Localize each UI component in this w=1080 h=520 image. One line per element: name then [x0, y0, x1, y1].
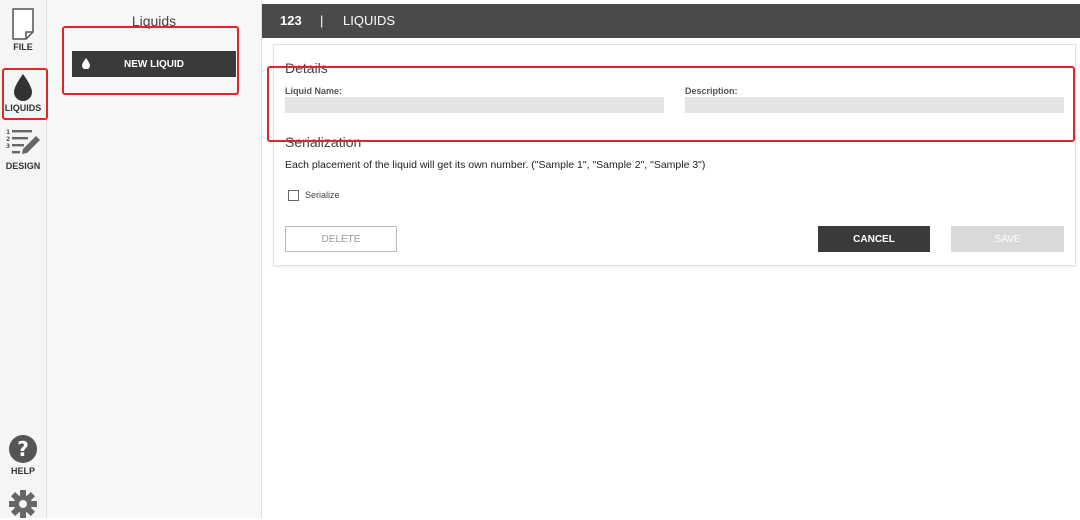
nav-liquids-label: LIQUIDS [4, 103, 42, 113]
serialize-checkbox[interactable] [288, 190, 299, 201]
design-list-pencil-icon: 1 2 3 [6, 129, 40, 154]
left-nav: FILE LIQUIDS 1 2 3 DESIGN ? HELP [0, 0, 47, 518]
nav-help-label: HELP [10, 466, 35, 476]
help-icon: ? [9, 435, 37, 463]
drop-icon [14, 74, 32, 101]
liquids-sidebar: Liquids NEW LIQUID [47, 0, 262, 518]
liquid-name-label: Liquid Name: [285, 86, 343, 96]
nav-file-label: FILE [13, 42, 33, 52]
delete-button[interactable]: DELETE [285, 226, 397, 252]
gear-icon [9, 490, 37, 518]
nav-design-label: DESIGN [5, 161, 41, 171]
liquid-form-card: Details Liquid Name: Description: Serial… [273, 44, 1076, 266]
serialization-description: Each placement of the liquid will get it… [285, 159, 706, 171]
cancel-button[interactable]: CANCEL [818, 226, 930, 252]
nav-help[interactable]: ? HELP [0, 434, 46, 476]
nav-liquids[interactable]: LIQUIDS [0, 73, 46, 113]
page-header: 123 | LIQUIDS [262, 4, 1080, 38]
save-button[interactable]: SAVE [951, 226, 1064, 252]
details-title: Details [285, 60, 328, 76]
nav-design[interactable]: 1 2 3 DESIGN [0, 127, 46, 171]
svg-text:2: 2 [6, 136, 10, 143]
nav-settings[interactable] [0, 490, 46, 520]
serialize-label: Serialize [305, 190, 340, 200]
header-separator: | [320, 13, 324, 28]
drop-icon [82, 58, 90, 69]
project-number: 123 [280, 13, 302, 28]
nav-file[interactable]: FILE [0, 8, 46, 52]
description-input[interactable] [685, 97, 1064, 113]
svg-text:1: 1 [6, 129, 10, 136]
description-label: Description: [685, 86, 738, 96]
new-liquid-button[interactable]: NEW LIQUID [72, 51, 236, 77]
file-icon [12, 8, 34, 40]
svg-text:3: 3 [6, 143, 10, 150]
sidebar-title: Liquids [131, 13, 177, 29]
svg-text:?: ? [17, 437, 29, 461]
liquid-name-input[interactable] [285, 97, 664, 113]
page-title: LIQUIDS [343, 13, 396, 28]
new-liquid-label: NEW LIQUID [124, 58, 184, 70]
serialization-title: Serialization [285, 134, 362, 150]
